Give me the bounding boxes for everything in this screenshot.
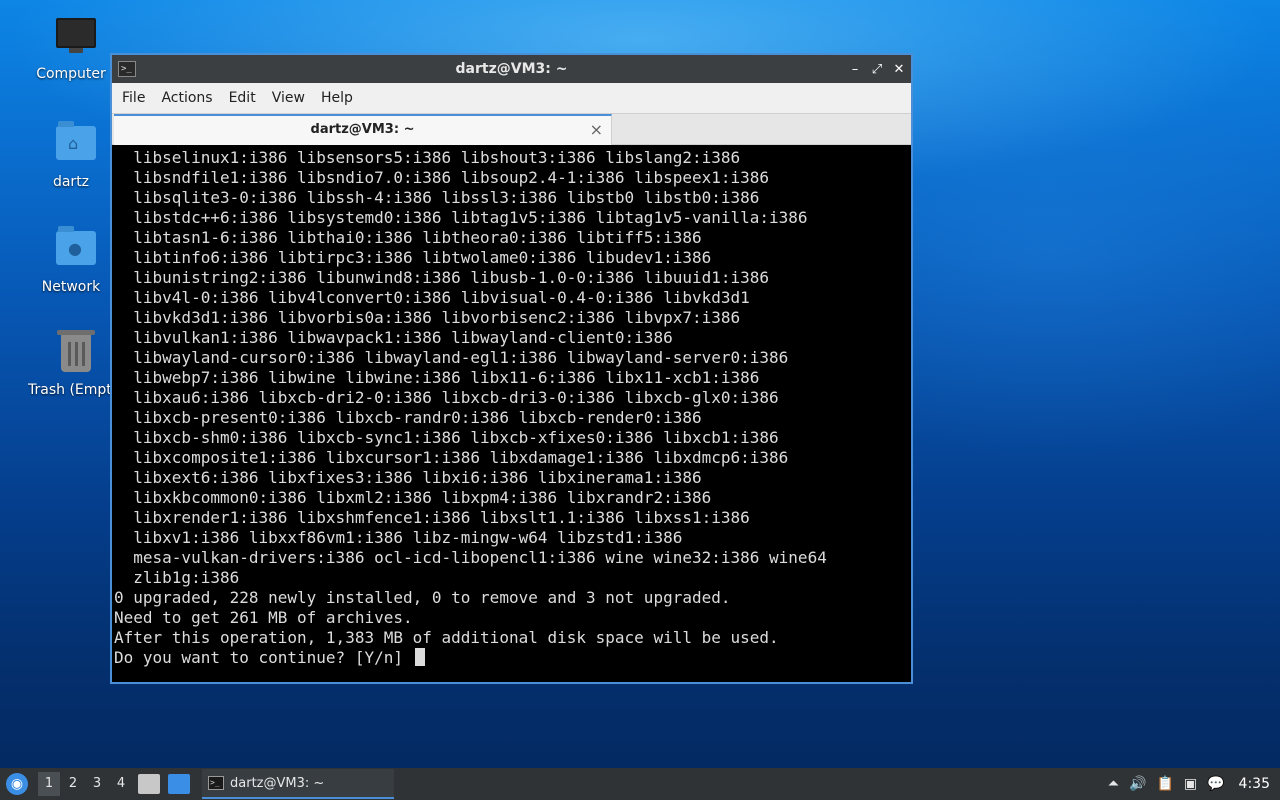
clipboard-icon[interactable]: 📋 [1156,776,1173,792]
terminal-cursor [414,648,425,666]
maximize-button[interactable]: ⤢ [871,62,883,77]
terminal-line: libwebp7:i386 libwine libwine:i386 libx1… [114,368,760,387]
menu-help[interactable]: Help [313,83,361,113]
menu-file[interactable]: File [114,83,153,113]
close-button[interactable]: ✕ [893,62,905,77]
terminal-line: Need to get 261 MB of archives. [114,608,413,627]
terminal-line: mesa-vulkan-drivers:i386 ocl-icd-libopen… [114,548,827,567]
tab-close-icon[interactable]: × [590,120,603,139]
taskbar: ◉ 1 2 3 4 >_ dartz@VM3: ~ ⏶ 🔊 📋 ▣ 💬 4:35 [0,768,1280,800]
terminal-line: libxext6:i386 libxfixes3:i386 libxi6:i38… [114,468,702,487]
terminal-line: libxau6:i386 libxcb-dri2-0:i386 libxcb-d… [114,388,779,407]
tab-terminal[interactable]: dartz@VM3: ~ × [114,114,612,145]
terminal-line: libsndfile1:i386 libsndio7.0:i386 libsou… [114,168,770,187]
terminal-output[interactable]: libselinux1:i386 libsensors5:i386 libsho… [112,145,911,682]
terminal-line: libxcb-shm0:i386 libxcb-sync1:i386 libxc… [114,428,779,447]
desktop-icon-label: Trash (Empty) [28,382,114,398]
terminal-prompt: Do you want to continue? [Y/n] [114,648,413,667]
workspace-1[interactable]: 1 [38,772,60,796]
clock[interactable]: 4:35 [1239,776,1270,792]
menu-edit[interactable]: Edit [221,83,264,113]
terminal-prompt-line: Do you want to continue? [Y/n] [114,648,911,668]
terminal-line: After this operation, 1,383 MB of additi… [114,628,779,647]
computer-icon [54,18,98,62]
terminal-line: libvkd3d1:i386 libvorbis0a:i386 libvorbi… [114,308,741,327]
trash-icon [54,330,98,378]
terminal-line: libselinux1:i386 libsensors5:i386 libsho… [114,148,741,167]
system-tray: ⏶ 🔊 📋 ▣ 💬 4:35 [1108,776,1280,792]
terminal-line: libxkbcommon0:i386 libxml2:i386 libxpm4:… [114,488,712,507]
terminal-line: libxcb-present0:i386 libxcb-randr0:i386 … [114,408,702,427]
terminal-line: libtinfo6:i386 libtirpc3:i386 libtwolame… [114,248,712,267]
terminal-line: libtasn1-6:i386 libthai0:i386 libtheora0… [114,228,702,247]
terminal-icon: >_ [208,776,224,790]
window-title: dartz@VM3: ~ [455,61,568,77]
menu-actions[interactable]: Actions [153,83,220,113]
terminal-icon: >_ [118,61,136,77]
network-folder-icon: ● [54,226,98,275]
file-manager-icon[interactable] [138,774,160,794]
window-titlebar[interactable]: >_ dartz@VM3: ~ – ⤢ ✕ [112,55,911,83]
terminal-line: zlib1g:i386 [114,568,240,587]
terminal-line: libvulkan1:i386 libwavpack1:i386 libwayl… [114,328,673,347]
show-desktop-icon[interactable] [168,774,190,794]
menubar: File Actions Edit View Help [112,83,911,113]
volume-icon[interactable]: 🔊 [1129,776,1146,792]
tab-bar: dartz@VM3: ~ × [112,113,911,145]
taskbar-item-label: dartz@VM3: ~ [230,775,325,791]
workspace-3[interactable]: 3 [86,772,108,796]
terminal-line: libsqlite3-0:i386 libssh-4:i386 libssl3:… [114,188,760,207]
menu-view[interactable]: View [264,83,313,113]
notification-icon[interactable]: 💬 [1207,776,1224,792]
terminal-line: libv4l-0:i386 libv4lconvert0:i386 libvis… [114,288,750,307]
terminal-line: 0 upgraded, 228 newly installed, 0 to re… [114,588,731,607]
desktop-icon-label: Computer [36,66,106,82]
terminal-line: libstdc++6:i386 libsystemd0:i386 libtag1… [114,208,808,227]
terminal-window: >_ dartz@VM3: ~ – ⤢ ✕ File Actions Edit … [110,53,913,684]
start-menu-icon[interactable]: ◉ [6,773,28,795]
desktop-icon-label: Network [41,279,101,295]
desktop-icon-label: dartz [52,174,90,190]
home-folder-icon: ⌂ [54,121,98,170]
update-notifier-icon[interactable]: ⏶ [1108,776,1119,792]
terminal-line: libxcomposite1:i386 libxcursor1:i386 lib… [114,448,789,467]
network-tray-icon[interactable]: ▣ [1184,776,1197,792]
taskbar-item-terminal[interactable]: >_ dartz@VM3: ~ [202,769,394,799]
terminal-line: libxv1:i386 libxxf86vm1:i386 libz-mingw-… [114,528,683,547]
tab-label: dartz@VM3: ~ [310,122,415,137]
terminal-line: libxrender1:i386 libxshmfence1:i386 libx… [114,508,750,527]
terminal-line: libwayland-cursor0:i386 libwayland-egl1:… [114,348,789,367]
terminal-line: libunistring2:i386 libunwind8:i386 libus… [114,268,770,287]
workspace-4[interactable]: 4 [110,772,132,796]
workspace-2[interactable]: 2 [62,772,84,796]
minimize-button[interactable]: – [849,62,861,77]
